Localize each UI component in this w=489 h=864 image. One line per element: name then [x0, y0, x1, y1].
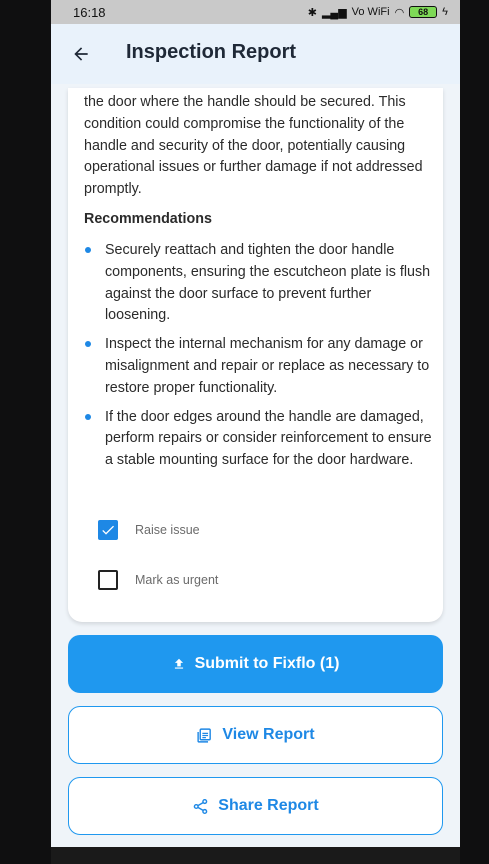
raise-issue-label: Raise issue [135, 523, 200, 537]
battery-level: 68 [418, 7, 429, 17]
view-report-button[interactable]: View Report [68, 706, 443, 764]
raise-issue-checkbox[interactable]: Raise issue [98, 520, 200, 540]
share-report-button[interactable]: Share Report [68, 777, 443, 835]
charging-icon: ϟ [442, 6, 448, 18]
report-card: the door where the handle should be secu… [68, 88, 443, 622]
share-report-label: Share Report [218, 797, 319, 814]
status-icons: ✱ ▂▄▆ Vo WiFi ◠ 68 ϟ [308, 6, 448, 19]
recommendations-title: Recommendations [84, 211, 212, 227]
mark-urgent-checkbox[interactable]: Mark as urgent [98, 570, 218, 590]
bluetooth-icon: ✱ [307, 6, 317, 19]
upload-icon [174, 658, 183, 669]
wifi-icon: ◠ [394, 6, 405, 19]
bullet-icon [85, 247, 91, 253]
recommendation-text: If the door edges around the handle are … [105, 408, 432, 469]
bullet-icon [85, 341, 91, 348]
arrow-left-icon [74, 47, 88, 61]
checkbox-unchecked-icon[interactable] [98, 570, 118, 590]
share-icon [193, 798, 208, 814]
report-paragraph: the door where the handle should be secu… [84, 94, 423, 198]
system-nav-bar [51, 847, 460, 864]
mark-urgent-label: Mark as urgent [135, 573, 219, 587]
recommendation-text: Inspect the internal mechanism for any d… [105, 336, 430, 396]
recommendation-item: If the door edges around the handle are … [84, 407, 434, 472]
view-report-label: View Report [222, 726, 315, 743]
bullet-icon [85, 413, 91, 420]
recommendations-list: Securely reattach and tighten the door h… [84, 240, 434, 479]
status-time: 16:18 [73, 4, 106, 20]
submit-to-fixflo-button[interactable]: Submit to Fixflo (1) [68, 635, 443, 693]
page-title: Inspection Report [126, 41, 297, 63]
recommendation-text: Securely reattach and tighten the door h… [105, 242, 431, 324]
back-button[interactable] [67, 40, 95, 68]
battery-icon: 68 [409, 6, 438, 18]
status-bar: 16:18 ✱ ▂▄▆ Vo WiFi ◠ 68 ϟ [51, 0, 460, 24]
signal-icon: ▂▄▆ [321, 6, 347, 19]
phone-screen: 16:18 ✱ ▂▄▆ Vo WiFi ◠ 68 ϟ Inspection Re… [51, 0, 460, 864]
recommendation-item: Inspect the internal mechanism for any d… [84, 334, 434, 399]
report-icon [197, 727, 212, 743]
recommendation-item: Securely reattach and tighten the door h… [84, 240, 434, 327]
submit-label: Submit to Fixflo (1) [194, 655, 340, 672]
app-bar: Inspection Report [51, 24, 460, 84]
checkbox-checked-icon[interactable] [98, 520, 118, 540]
vowifi-label: Vo WiFi [351, 6, 390, 18]
